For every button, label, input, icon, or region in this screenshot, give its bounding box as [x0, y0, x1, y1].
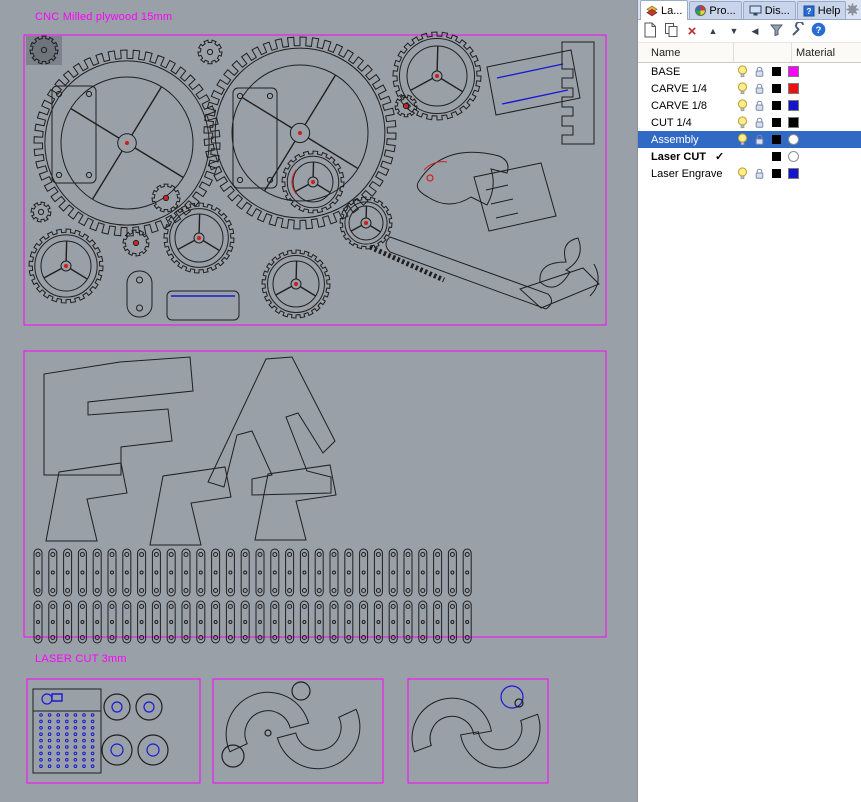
visibility-bulb-icon[interactable] [734, 116, 751, 129]
layer-name: CARVE 1/4 [651, 82, 708, 95]
layer-row-laser-cut[interactable]: Laser CUT ✓ [638, 148, 861, 165]
layer-row-cut-1-4[interactable]: CUT 1/4 [638, 114, 861, 131]
properties-icon [695, 5, 707, 16]
lock-icon[interactable] [751, 167, 768, 180]
layers-toolbar: × ▲ ▼ ◀? [638, 20, 861, 43]
delete-layer-button[interactable]: × [682, 21, 702, 41]
layer-row-carve-1-8[interactable]: CARVE 1/8 [638, 97, 861, 114]
tab-label: Dis... [764, 4, 790, 17]
layer-color-swatch[interactable] [768, 169, 785, 178]
visibility-bulb-icon[interactable] [734, 167, 751, 180]
move-layer-up-button[interactable]: ▲ [703, 21, 723, 41]
panel-tabbar: La... Pro... Dis...? Help [638, 0, 861, 20]
sheet-label-cnc: CNC Milled plywood 15mm [35, 11, 173, 23]
layer-name: Laser Engrave [651, 167, 723, 180]
layer-name-cell: CARVE 1/4 [638, 83, 734, 95]
wrench-icon [790, 20, 805, 40]
tab-dis[interactable]: Dis... [742, 1, 796, 19]
layer-name-cell: Assembly [638, 134, 734, 146]
delete-icon: × [687, 22, 697, 40]
tab-la[interactable]: La... [640, 0, 689, 20]
svg-text:?: ? [815, 25, 821, 36]
layer-material-swatch[interactable] [785, 151, 802, 162]
layer-color-swatch[interactable] [768, 84, 785, 93]
active-layer-check-icon: ✓ [715, 151, 725, 163]
tab-label: Pro... [709, 4, 736, 17]
layers-icon [646, 5, 658, 17]
layer-material-swatch[interactable] [785, 134, 802, 145]
layers-table-empty-area [638, 182, 861, 802]
layer-color-swatch[interactable] [768, 135, 785, 144]
layers-table-header: Name Material [638, 43, 861, 63]
tab-label: La... [661, 4, 683, 17]
layer-row-laser-engrave[interactable]: Laser Engrave [638, 165, 861, 182]
layers-table: BASE CARVE 1/4 CARVE 1/8 CUT 1/4 Assembly Las… [638, 63, 861, 182]
layer-material-swatch[interactable] [785, 83, 802, 94]
layer-color-swatch[interactable] [768, 152, 785, 161]
layer-tools-button[interactable] [787, 20, 807, 41]
app-window: CNC Milled plywood 15mm LASER CUT 3mm La… [0, 0, 861, 802]
up-icon: ▲ [708, 26, 718, 36]
display-icon [749, 5, 762, 17]
design-canvas[interactable]: CNC Milled plywood 15mm LASER CUT 3mm [0, 0, 637, 802]
settings-gear-icon[interactable] [846, 3, 859, 16]
lock-icon[interactable] [751, 116, 768, 129]
layer-name-cell: CARVE 1/8 [638, 100, 734, 112]
merge-layer-button[interactable]: ◀ [745, 21, 765, 41]
layer-name-cell: Laser CUT ✓ [638, 150, 734, 164]
layer-name: BASE [651, 65, 681, 78]
layer-name-cell: CUT 1/4 [638, 117, 734, 129]
duplicate-layer-button[interactable] [661, 21, 681, 41]
drawing-svg [0, 0, 637, 802]
sheet-label-laser: LASER CUT 3mm [35, 653, 127, 665]
visibility-bulb-icon[interactable] [734, 65, 751, 78]
lock-icon[interactable] [751, 133, 768, 146]
layers-help-button[interactable]: ? [808, 21, 828, 41]
helpc-icon: ? [811, 22, 826, 40]
layer-material-swatch[interactable] [785, 168, 802, 179]
lock-icon[interactable] [751, 65, 768, 78]
column-header-name[interactable]: Name [638, 43, 734, 62]
copy-icon [664, 22, 679, 41]
layer-name-cell: Laser Engrave [638, 168, 734, 180]
layer-row-carve-1-4[interactable]: CARVE 1/4 [638, 80, 861, 97]
new-layer-button[interactable] [640, 21, 660, 41]
lock-icon[interactable] [751, 99, 768, 112]
layer-row-base[interactable]: BASE [638, 63, 861, 80]
down-icon: ▼ [729, 26, 739, 36]
page-icon [643, 22, 657, 41]
visibility-bulb-icon[interactable] [734, 133, 751, 146]
lock-icon[interactable] [751, 82, 768, 95]
layer-color-swatch[interactable] [768, 67, 785, 76]
filter-layers-button[interactable] [766, 21, 786, 41]
layer-name: CARVE 1/8 [651, 99, 708, 112]
move-layer-down-button[interactable]: ▼ [724, 21, 744, 41]
layer-row-assembly[interactable]: Assembly [638, 131, 861, 148]
layer-name: Laser CUT [651, 150, 707, 163]
layer-color-swatch[interactable] [768, 101, 785, 110]
column-header-material[interactable]: Material [792, 43, 861, 62]
tab-pro[interactable]: Pro... [689, 1, 742, 19]
visibility-bulb-icon[interactable] [734, 82, 751, 95]
layers-panel: La... Pro... Dis...? Help × ▲ ▼ ◀? Name Materi… [637, 0, 861, 802]
column-header-icons [734, 43, 792, 62]
visibility-bulb-icon[interactable] [734, 99, 751, 112]
layer-color-swatch[interactable] [768, 118, 785, 127]
layer-name-cell: BASE [638, 66, 734, 78]
layer-name: Assembly [651, 133, 699, 146]
left-icon: ◀ [751, 26, 759, 36]
layer-material-swatch[interactable] [785, 66, 802, 77]
layer-name: CUT 1/4 [651, 116, 692, 129]
tab-help[interactable]: ? Help [796, 1, 847, 19]
help-icon: ? [803, 5, 815, 17]
layer-material-swatch[interactable] [785, 100, 802, 111]
funnel-icon [769, 23, 783, 39]
svg-text:?: ? [806, 7, 811, 16]
layer-material-swatch[interactable] [785, 117, 802, 128]
tab-label: Help [817, 4, 841, 17]
